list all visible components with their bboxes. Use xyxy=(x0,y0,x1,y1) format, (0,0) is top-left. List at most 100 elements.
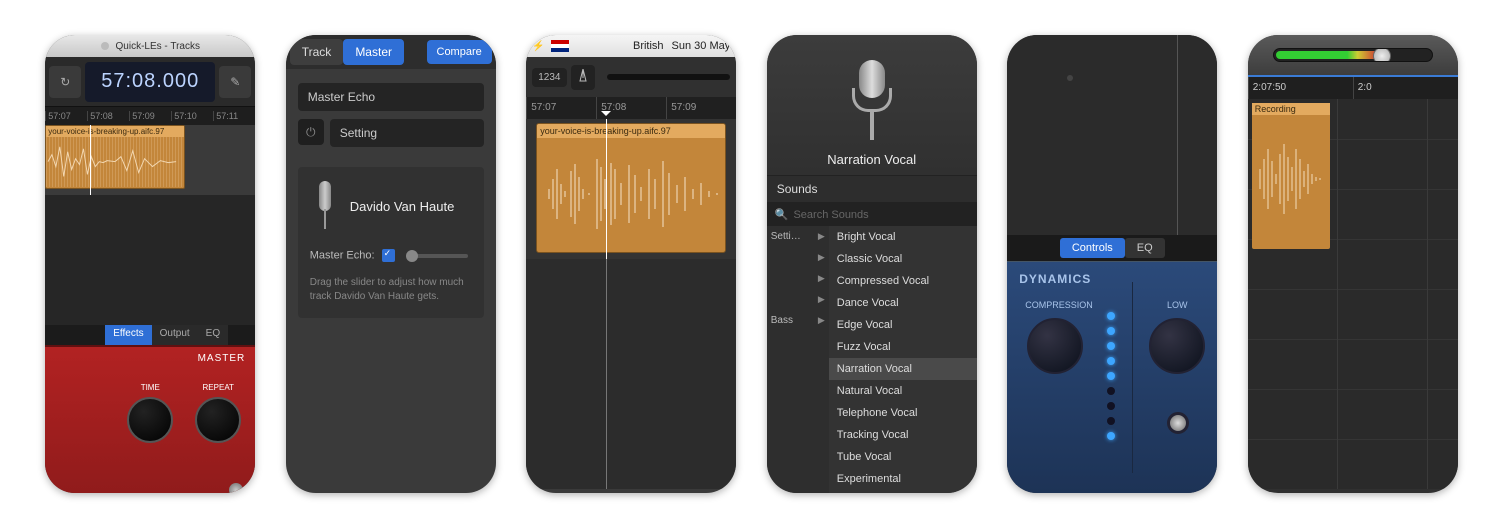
waveform-icon xyxy=(46,137,184,187)
counter-display[interactable]: 1234 xyxy=(532,68,566,87)
window-titlebar: Quick-LEs - Tracks xyxy=(45,35,255,57)
ruler-tick: 57:08 xyxy=(87,111,129,121)
led-meter xyxy=(1107,312,1115,440)
waveform-svg xyxy=(46,137,184,186)
search-placeholder: Search Sounds xyxy=(793,209,868,221)
region-label: your-voice-is-breaking-up.aifc.97 xyxy=(46,126,184,137)
track-area xyxy=(1007,35,1217,235)
led-icon xyxy=(1107,402,1115,410)
category-item: Setti…▶ xyxy=(767,226,829,247)
recording-region[interactable]: Recording xyxy=(1252,103,1330,249)
meter-dot-icon xyxy=(1067,75,1073,81)
led-icon xyxy=(1107,327,1115,335)
tab-output[interactable]: Output xyxy=(152,325,198,345)
timeline-ruler[interactable]: 57:07 57:08 57:09 xyxy=(526,97,736,119)
playhead[interactable] xyxy=(90,125,91,195)
preset-item[interactable]: Bright Vocal xyxy=(829,226,977,248)
category-column[interactable]: Setti…▶ ▶ ▶ ▶ Bass▶ xyxy=(767,226,829,493)
preset-item[interactable]: Telephone Vocal xyxy=(829,402,977,424)
compression-knob[interactable] xyxy=(1027,318,1083,374)
playhead[interactable] xyxy=(606,119,607,259)
region-label: Recording xyxy=(1252,103,1330,115)
audio-region[interactable]: your-voice-is-breaking-up.aifc.97 xyxy=(536,123,726,253)
metronome-icon xyxy=(577,69,589,83)
metronome-button[interactable] xyxy=(571,65,595,90)
preset-item[interactable]: Compressed Vocal xyxy=(829,270,977,292)
repeat-knob[interactable] xyxy=(195,397,241,443)
input-level-meter[interactable] xyxy=(1273,48,1433,62)
knob-label-compression: COMPRESSION xyxy=(1025,300,1085,310)
time-display[interactable]: 57:08.000 xyxy=(85,62,215,102)
search-field[interactable]: 🔍 Search Sounds xyxy=(767,203,977,226)
edit-button[interactable]: ✎ xyxy=(219,66,251,98)
audio-region[interactable]: your-voice-is-breaking-up.aifc.97 xyxy=(45,125,185,189)
tab-effects[interactable]: Effects xyxy=(105,325,151,345)
ruler-tick: 57:07 xyxy=(45,111,87,121)
track-card: Davido Van Haute Master Echo: Drag the s… xyxy=(298,167,484,318)
divider xyxy=(1132,282,1133,473)
waveform-icon xyxy=(1252,119,1326,239)
empty-area xyxy=(526,259,736,489)
echo-slider[interactable] xyxy=(408,254,468,258)
input-language[interactable]: British xyxy=(633,40,664,52)
level-fill xyxy=(1276,51,1379,59)
amp-panel: MASTER TIME REPEAT xyxy=(45,345,255,493)
low-knob[interactable] xyxy=(1149,318,1205,374)
track-lane[interactable]: your-voice-is-breaking-up.aifc.97 xyxy=(526,119,736,259)
knob-label-time: TIME xyxy=(127,383,173,392)
battery-icon: ⚡ xyxy=(532,41,544,52)
amp-label: MASTER xyxy=(198,353,246,364)
setting-dropdown[interactable]: Setting xyxy=(330,119,484,147)
power-button[interactable]: ⏻ xyxy=(298,119,324,145)
level-slider-thumb[interactable] xyxy=(1373,48,1391,62)
slider-label: Master Echo: xyxy=(310,249,375,261)
ruler-tick: 2:07:50 xyxy=(1248,77,1353,99)
settings-body: Master Echo ⏻ Setting Davido Van Haute M… xyxy=(286,69,496,332)
preset-item-selected[interactable]: Narration Vocal xyxy=(829,358,977,380)
preset-item[interactable]: Experimental xyxy=(829,468,977,490)
sounds-header: Sounds xyxy=(767,175,977,203)
ruler-tick: 57:11 xyxy=(213,111,255,121)
category-item: Bass▶ xyxy=(767,310,829,331)
ruler-tick: 57:09 xyxy=(129,111,171,121)
preset-name-field[interactable]: Master Echo xyxy=(298,83,484,111)
microphone-icon xyxy=(850,60,894,146)
transport-toolbar: ↻ 57:08.000 ✎ xyxy=(45,57,255,107)
led-icon xyxy=(1107,387,1115,395)
tab-controls[interactable]: Controls xyxy=(1060,238,1125,258)
menubar-date[interactable]: Sun 30 May xyxy=(672,40,731,52)
waveform-icon xyxy=(537,138,725,250)
time-knob[interactable] xyxy=(127,397,173,443)
playhead-line xyxy=(606,259,607,489)
microphone-icon xyxy=(310,181,340,231)
tab-master[interactable]: Master xyxy=(343,39,404,65)
echo-slider-row: Master Echo: xyxy=(310,249,472,262)
recording-panel: 2:07:50 2:0 Recording xyxy=(1248,35,1458,493)
track-lane[interactable]: your-voice-is-breaking-up.aifc.97 xyxy=(45,125,255,195)
dynamics-panel: Controls EQ DYNAMICS COMPRESSION LOW xyxy=(1007,35,1217,493)
track-lane[interactable]: Recording xyxy=(1248,99,1458,489)
compare-button[interactable]: Compare xyxy=(427,40,492,64)
volume-slider[interactable] xyxy=(607,74,731,80)
preset-item[interactable]: Edge Vocal xyxy=(829,314,977,336)
preset-item[interactable]: Tube Vocal xyxy=(829,446,977,468)
preset-item[interactable]: Tracking Vocal xyxy=(829,424,977,446)
chevron-right-icon: ▶ xyxy=(818,231,825,242)
library-panel: Narration Vocal Sounds 🔍 Search Sounds S… xyxy=(767,35,977,493)
echo-checkbox[interactable] xyxy=(382,249,395,262)
tab-eq[interactable]: EQ xyxy=(198,325,228,345)
smart-controls-tabs: Controls EQ xyxy=(1007,235,1217,261)
timeline-ruler[interactable]: 57:07 57:08 57:09 57:10 57:11 xyxy=(45,107,255,125)
tab-track[interactable]: Track xyxy=(290,39,344,65)
preset-item[interactable]: Natural Vocal xyxy=(829,380,977,402)
master-echo-panel: Track Master Compare Master Echo ⏻ Setti… xyxy=(286,35,496,493)
preset-item[interactable]: Fuzz Vocal xyxy=(829,336,977,358)
region-label: your-voice-is-breaking-up.aifc.97 xyxy=(537,124,725,138)
timeline-ruler[interactable]: 2:07:50 2:0 xyxy=(1248,75,1458,99)
preset-item[interactable]: Classic Vocal xyxy=(829,248,977,270)
preset-column[interactable]: Bright Vocal Classic Vocal Compressed Vo… xyxy=(829,226,977,493)
tab-eq[interactable]: EQ xyxy=(1125,238,1165,258)
cycle-button[interactable]: ↻ xyxy=(49,66,81,98)
preset-item[interactable]: Dance Vocal xyxy=(829,292,977,314)
led-icon xyxy=(1107,342,1115,350)
